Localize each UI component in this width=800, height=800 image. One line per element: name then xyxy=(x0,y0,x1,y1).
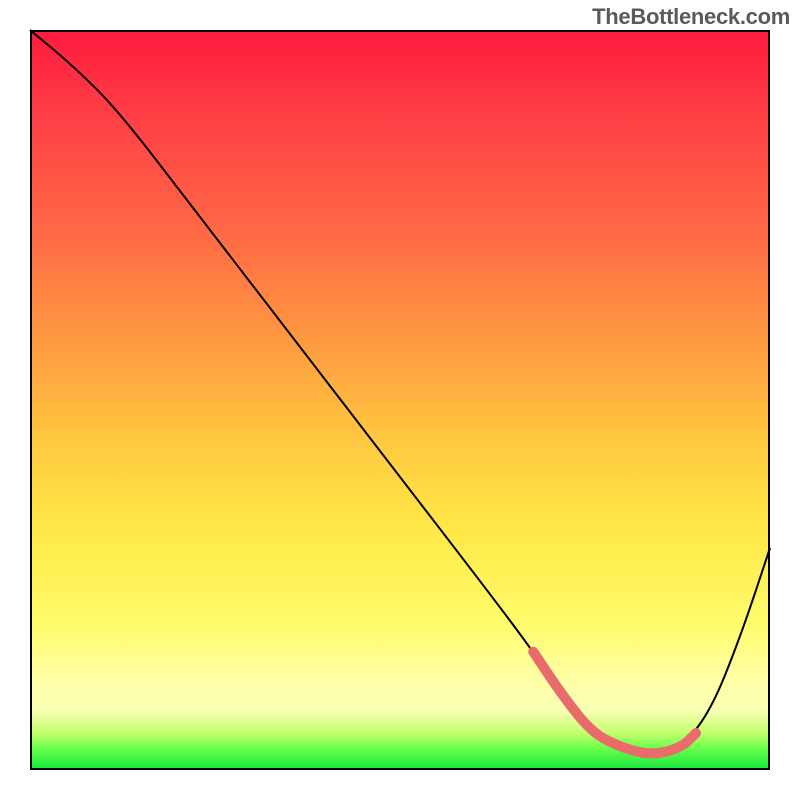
curve-layer xyxy=(30,30,770,770)
chart-container: TheBottleneck.com xyxy=(0,0,800,800)
plot-area xyxy=(30,30,770,770)
series-group xyxy=(30,30,770,753)
watermark-text: TheBottleneck.com xyxy=(592,4,790,30)
series-highlight-segment xyxy=(533,652,696,754)
series-main-curve xyxy=(30,30,770,753)
